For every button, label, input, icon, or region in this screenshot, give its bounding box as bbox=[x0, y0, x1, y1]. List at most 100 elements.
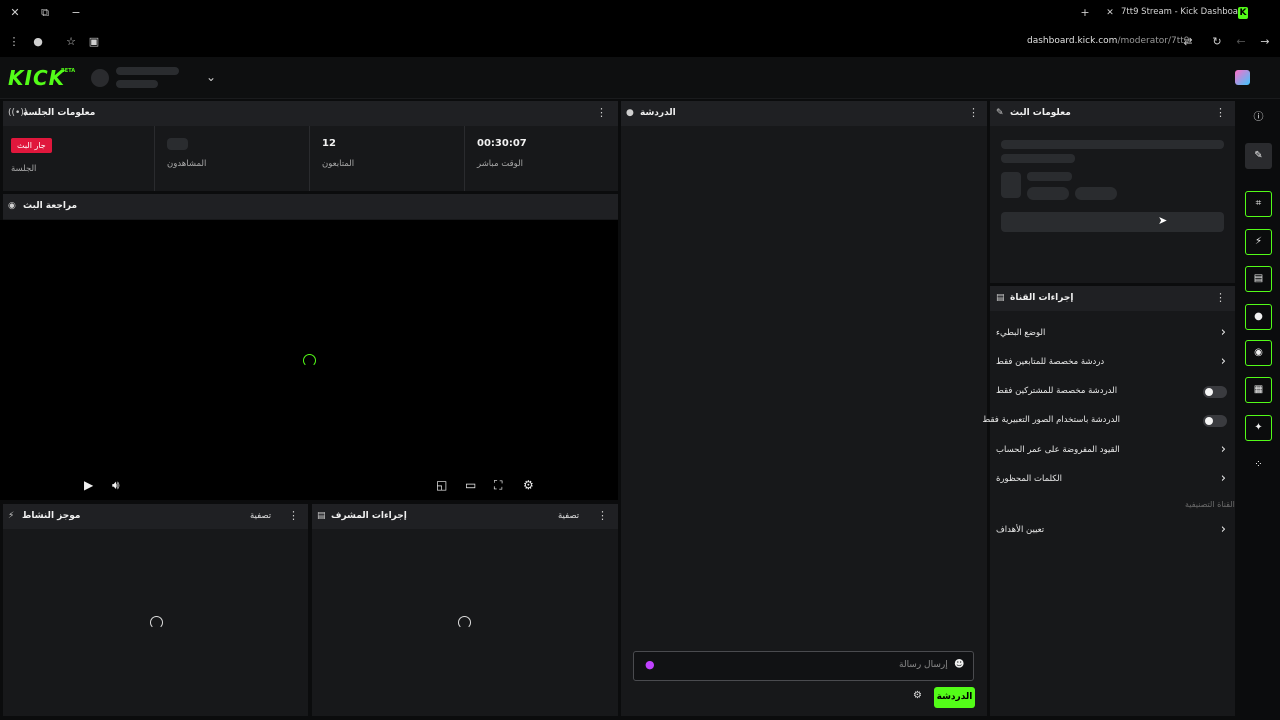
settings-gear-icon[interactable]: ⚙ bbox=[523, 478, 534, 492]
chevron-right-icon: › bbox=[1220, 471, 1226, 486]
browser-tab-bar: ✕ ⧉ − + ✕ 7tt9 Stream - Kick Dashboard K bbox=[0, 0, 1280, 27]
chevron-right-icon: › bbox=[1220, 354, 1226, 369]
send-chat-button[interactable]: الدردشة bbox=[934, 687, 975, 708]
chat-placeholder: إرسال رسالة bbox=[899, 660, 948, 670]
fullscreen-icon[interactable]: ⛶ bbox=[494, 478, 502, 493]
edit-pen-icon[interactable]: ✎ bbox=[1245, 143, 1272, 169]
loading-spinner-icon bbox=[150, 616, 163, 629]
activity-feed-panel: ⚡ موجز النشاط تصفية ⋮ bbox=[3, 504, 308, 716]
back-icon[interactable]: → bbox=[1257, 35, 1273, 49]
activity-filter-button[interactable]: تصفية bbox=[250, 511, 271, 521]
play-icon[interactable]: ▶ bbox=[84, 478, 93, 492]
stat-label: المتابعون bbox=[322, 159, 355, 169]
category-name-skeleton bbox=[1027, 172, 1072, 181]
url-host: dashboard.kick.com bbox=[1027, 36, 1118, 46]
chat-header: ● الدردشة ⋮ bbox=[621, 101, 987, 126]
chat-bubble-icon: ● bbox=[626, 108, 634, 118]
loading-spinner-icon bbox=[303, 354, 316, 367]
new-tab-icon[interactable]: + bbox=[1077, 6, 1093, 20]
edit-pen-icon: ✎ bbox=[996, 108, 1004, 118]
kick-logo[interactable]: KICK bbox=[8, 66, 65, 90]
activity-feed-header: ⚡ موجز النشاط تصفية ⋮ bbox=[3, 504, 308, 529]
picture-in-picture-icon[interactable]: ◱ bbox=[436, 478, 447, 492]
stat-label: الوقت مباشر bbox=[477, 159, 523, 169]
close-tab-icon[interactable]: ✕ bbox=[1102, 6, 1118, 20]
stat-label: المشاهدون bbox=[167, 159, 207, 169]
stream-preview-title: مراجعة البث bbox=[23, 201, 78, 211]
apps-icon[interactable]: ⁘ bbox=[1245, 452, 1272, 478]
action-label: دردشة مخصصة للمتابعين فقط bbox=[996, 357, 1105, 367]
channel-actions-header: ▤ إجراءات القناة ⋮ bbox=[990, 286, 1235, 311]
stat-label: الجلسة bbox=[11, 164, 37, 174]
channel-actions-title: إجراءات القناة bbox=[1010, 293, 1074, 303]
action-subscribers-only: الدردشة مخصصة للمشتركين فقط bbox=[990, 377, 1235, 406]
bookmark-star-icon[interactable]: ☆ bbox=[63, 35, 79, 49]
profile-icon[interactable]: ● bbox=[30, 35, 46, 49]
emoji-icon[interactable]: ☻ bbox=[954, 659, 964, 670]
stream-preview-panel: ◉ مراجعة البث bbox=[3, 194, 618, 220]
forward-icon[interactable]: ← bbox=[1233, 35, 1249, 49]
action-followers-only[interactable]: دردشة مخصصة للمتابعين فقط › bbox=[990, 348, 1235, 377]
video-player[interactable]: ▶ 🔊︎ ◱ ▭ ⛶ ⚙ bbox=[0, 220, 618, 500]
channel-avatar[interactable] bbox=[91, 69, 109, 87]
subtitle-skeleton bbox=[1001, 154, 1075, 163]
chevron-right-icon: › bbox=[1220, 325, 1226, 340]
chat-bubble-icon[interactable]: ● bbox=[1245, 304, 1272, 330]
microphone-icon[interactable]: ● bbox=[645, 658, 655, 671]
server-icon[interactable]: ▦ bbox=[1245, 377, 1272, 403]
chevron-right-icon: › bbox=[1220, 522, 1226, 537]
tag-skeleton bbox=[1075, 187, 1117, 200]
restore-window-icon[interactable]: ⧉ bbox=[37, 6, 53, 20]
chat-settings-gear-icon[interactable]: ⚙ bbox=[913, 690, 922, 701]
extension-icon[interactable]: ▣ bbox=[86, 35, 102, 49]
category-thumb-skeleton bbox=[1001, 172, 1021, 198]
edit-button-skeleton[interactable] bbox=[1001, 212, 1224, 232]
browser-menu-icon[interactable]: ⋮ bbox=[6, 35, 22, 49]
capture-icon[interactable]: ⌗ bbox=[1245, 191, 1272, 217]
channel-switcher-chevron-icon[interactable]: ⌄ bbox=[206, 70, 216, 84]
action-account-age[interactable]: القيود المفروضة على عمر الحساب › bbox=[990, 436, 1235, 465]
bolt-icon[interactable]: ⚡ bbox=[1245, 229, 1272, 255]
action-banned-words[interactable]: الكلمات المحظورة › bbox=[990, 465, 1235, 494]
wrench-icon[interactable]: ✦ bbox=[1245, 415, 1272, 441]
close-window-icon[interactable]: ✕ bbox=[7, 6, 23, 20]
activity-menu-icon[interactable]: ⋮ bbox=[288, 510, 299, 522]
info-icon[interactable]: ⓘ bbox=[1245, 105, 1272, 131]
stat-viewers: المشاهدون bbox=[154, 126, 309, 191]
mouse-cursor-icon: ➤ bbox=[1158, 214, 1168, 227]
channel-name-skeleton bbox=[116, 67, 179, 75]
chat-menu-icon[interactable]: ⋮ bbox=[968, 107, 979, 119]
volume-icon[interactable]: 🔊︎ bbox=[112, 478, 120, 493]
emotes-only-toggle[interactable] bbox=[1203, 415, 1227, 427]
user-menu-avatar[interactable] bbox=[1235, 70, 1250, 85]
log-icon: ▤ bbox=[317, 511, 326, 521]
mod-actions-filter-button[interactable]: تصفية bbox=[558, 511, 579, 521]
subscribers-only-toggle[interactable] bbox=[1203, 386, 1227, 398]
mod-actions-title: إجراءات المشرف bbox=[331, 511, 407, 521]
section-label: القناة التصنيفية bbox=[1185, 500, 1235, 509]
bolt-icon: ⚡ bbox=[8, 511, 15, 521]
session-info-menu-icon[interactable]: ⋮ bbox=[596, 107, 607, 119]
tab-title[interactable]: 7tt9 Stream - Kick Dashboard bbox=[1121, 7, 1247, 17]
action-set-goals[interactable]: تعيين الأهداف › bbox=[990, 516, 1235, 545]
channel-actions-menu-icon[interactable]: ⋮ bbox=[1215, 292, 1226, 304]
chat-title: الدردشة bbox=[640, 108, 676, 118]
stat-value: 00:30:07 bbox=[477, 138, 527, 149]
document-icon[interactable]: ▤ bbox=[1245, 266, 1272, 292]
action-label: تعيين الأهداف bbox=[996, 525, 1045, 535]
broadcast-icon[interactable]: ◉ bbox=[1245, 340, 1272, 366]
action-label: الكلمات المحظورة bbox=[996, 474, 1062, 484]
stat-value: 12 bbox=[322, 138, 336, 149]
mod-actions-menu-icon[interactable]: ⋮ bbox=[597, 510, 608, 522]
title-skeleton bbox=[1001, 140, 1224, 149]
stat-followers: 12 المتابعون bbox=[309, 126, 464, 191]
chat-message-input[interactable]: ● إرسال رسالة ☻ bbox=[633, 651, 974, 681]
stream-info-menu-icon[interactable]: ⋮ bbox=[1215, 107, 1226, 119]
address-bar[interactable]: dashboard.kick.com/moderator/7tt9 bbox=[1027, 36, 1190, 46]
reload-icon[interactable]: ↻ bbox=[1209, 35, 1225, 49]
app-header bbox=[0, 57, 1280, 99]
channel-sub-skeleton bbox=[116, 80, 158, 88]
theater-mode-icon[interactable]: ▭ bbox=[465, 478, 476, 492]
minimize-window-icon[interactable]: − bbox=[68, 6, 84, 20]
action-slow-mode[interactable]: الوضع البطيء › bbox=[990, 319, 1235, 348]
